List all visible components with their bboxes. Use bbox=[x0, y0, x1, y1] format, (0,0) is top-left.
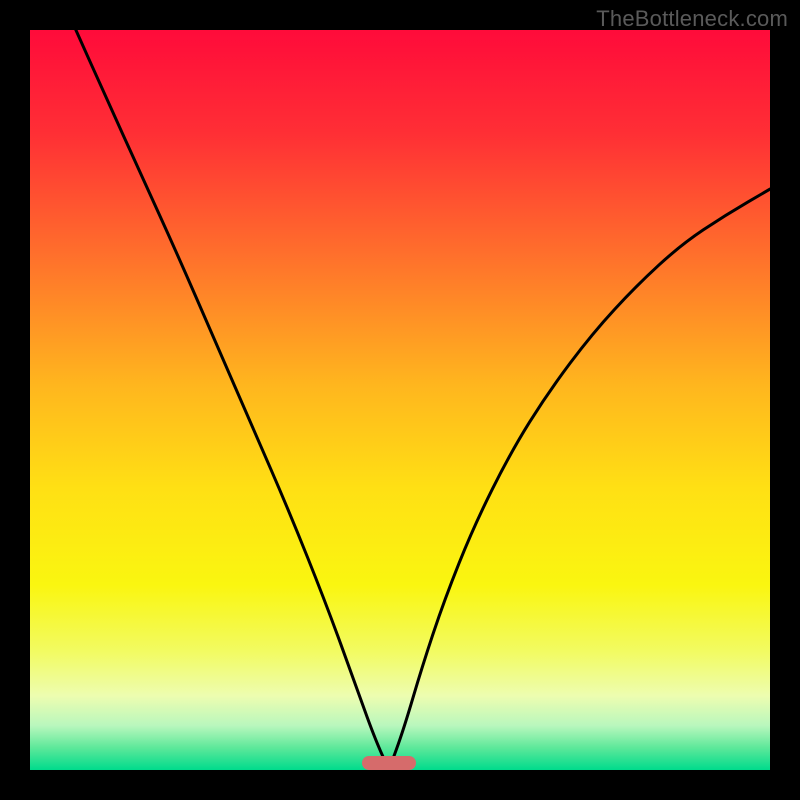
curves-layer bbox=[30, 30, 770, 770]
left-curve bbox=[76, 30, 389, 770]
bottleneck-marker bbox=[362, 756, 415, 770]
right-curve bbox=[389, 189, 770, 770]
watermark-text: TheBottleneck.com bbox=[596, 6, 788, 32]
plot-area bbox=[30, 30, 770, 770]
outer-frame: TheBottleneck.com bbox=[0, 0, 800, 800]
